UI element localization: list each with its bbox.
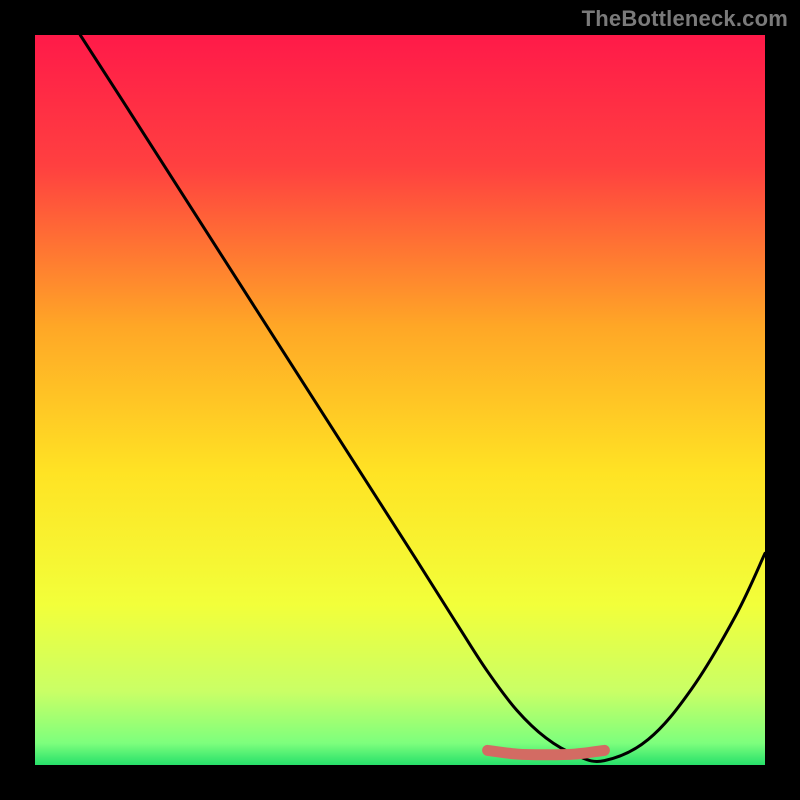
- chart-frame: TheBottleneck.com: [0, 0, 800, 800]
- chart-svg: [35, 35, 765, 765]
- optimal-band-marker: [488, 750, 605, 754]
- watermark-text: TheBottleneck.com: [582, 6, 788, 32]
- plot-area: [35, 35, 765, 765]
- gradient-background: [35, 35, 765, 765]
